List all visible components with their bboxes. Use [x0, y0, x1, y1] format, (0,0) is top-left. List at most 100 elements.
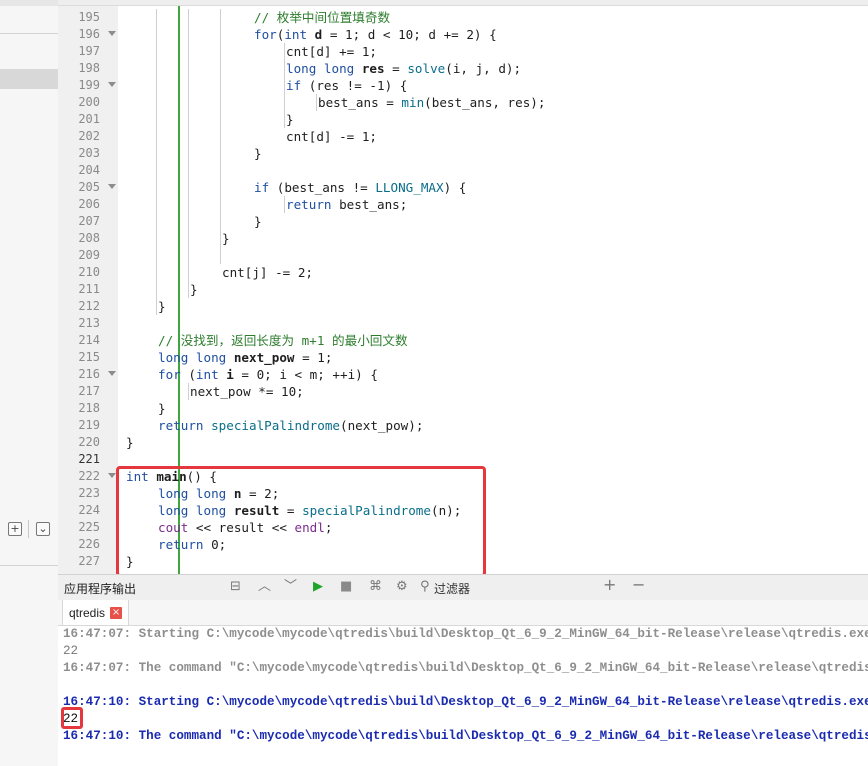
- code-token: min: [401, 95, 425, 110]
- sidebar-top-strip: [0, 0, 58, 6]
- filter-icon[interactable]: ⚲: [420, 580, 430, 594]
- highlight-box-output: [61, 707, 83, 729]
- code-text: // 没找到，返回长度为 m+1 的最小回文数: [158, 332, 408, 349]
- code-line: 209: [58, 247, 868, 264]
- line-number: 209: [78, 248, 100, 262]
- sidebar-selected-item[interactable]: [0, 69, 58, 89]
- line-number: 224: [78, 503, 100, 517]
- highlight-box-main: [116, 466, 486, 577]
- code-token: }: [158, 401, 166, 416]
- fold-arrow-icon[interactable]: [108, 184, 116, 189]
- code-token: return: [158, 418, 204, 433]
- attach-icon[interactable]: ⌘: [369, 580, 382, 594]
- line-number: 206: [78, 197, 100, 211]
- code-token: // 没找到，返回长度为 m+1 的最小回文数: [158, 333, 408, 348]
- output-line: 16:47:07: Starting C:\mycode\mycode\qtre…: [63, 627, 868, 641]
- close-icon[interactable]: ×: [110, 606, 123, 619]
- line-number: 203: [78, 146, 100, 160]
- line-number: 202: [78, 129, 100, 143]
- line-number: 212: [78, 299, 100, 313]
- code-text: }: [286, 111, 294, 128]
- code-line: 216 for (int i = 0; i < m; ++i) {: [58, 366, 868, 383]
- line-number: 222: [78, 469, 100, 483]
- stop-icon[interactable]: ■: [340, 580, 352, 594]
- code-token: ) {: [443, 180, 467, 195]
- indent-guide: [316, 94, 317, 111]
- code-token: if: [254, 180, 270, 195]
- code-line: 219 return specialPalindrome(next_pow);: [58, 417, 868, 434]
- split-add-icon[interactable]: +: [8, 522, 22, 536]
- output-line: 16:47:10: Starting C:\mycode\mycode\qtre…: [63, 695, 868, 709]
- code-text: long long res = solve(i, j, d);: [286, 60, 521, 77]
- code-line: 198 long long res = solve(i, j, d);: [58, 60, 868, 77]
- line-number: 205: [78, 180, 100, 194]
- sidebar-toolbar-separator: [28, 520, 29, 538]
- code-token: for: [254, 27, 277, 42]
- line-number: 226: [78, 537, 100, 551]
- line-number: 215: [78, 350, 100, 364]
- indent-guide: [188, 383, 189, 400]
- split-close-icon[interactable]: ⌄: [36, 522, 50, 536]
- plus-icon[interactable]: +: [603, 577, 616, 593]
- code-text: cnt[d] += 1;: [286, 43, 377, 60]
- line-number: 211: [78, 282, 100, 296]
- code-token: next_pow *= 10;: [190, 384, 304, 399]
- code-token: = 1;: [294, 350, 333, 365]
- code-line: 208}: [58, 230, 868, 247]
- settings-icon[interactable]: ⚙: [396, 580, 408, 594]
- code-text: }: [254, 213, 262, 230]
- code-token: if: [286, 78, 302, 93]
- code-token: = 1; d < 10; d += 2) {: [322, 27, 497, 42]
- line-number: 227: [78, 554, 100, 568]
- output-line: 16:47:07: The command "C:\mycode\mycode\…: [63, 661, 868, 675]
- line-number: 207: [78, 214, 100, 228]
- line-number: 214: [78, 333, 100, 347]
- code-token: cnt[j] -= 2;: [222, 265, 313, 280]
- code-text: }: [254, 145, 262, 162]
- application-output[interactable]: 16:47:07: Starting C:\mycode\mycode\qtre…: [58, 626, 868, 766]
- code-line: 220}: [58, 434, 868, 451]
- code-token: return: [286, 197, 332, 212]
- code-line: 213: [58, 315, 868, 332]
- tab-qtredis[interactable]: qtredis ×: [62, 600, 130, 625]
- code-token: }: [126, 435, 134, 450]
- line-number: 216: [78, 367, 100, 381]
- code-line: 206 return best_ans;: [58, 196, 868, 213]
- filter-label[interactable]: 过滤器: [434, 580, 470, 597]
- fold-arrow-icon[interactable]: [108, 473, 116, 478]
- code-text: best_ans = min(best_ans, res);: [318, 94, 545, 111]
- code-token: = 0; i < m; ++i) {: [233, 367, 378, 382]
- down-arrow-icon[interactable]: ﹀: [284, 580, 297, 594]
- code-token: cnt[d] += 1;: [286, 44, 377, 59]
- code-line: 199 if (res != -1) {: [58, 77, 868, 94]
- run-icon[interactable]: ▶: [313, 580, 323, 594]
- code-token: (best_ans, res);: [424, 95, 546, 110]
- code-token: next_pow: [226, 350, 295, 365]
- code-line: 215 long long next_pow = 1;: [58, 349, 868, 366]
- line-number: 196: [78, 27, 100, 41]
- line-number: 220: [78, 435, 100, 449]
- code-text: cnt[d] -= 1;: [286, 128, 377, 145]
- code-token: (: [180, 367, 196, 382]
- clear-icon[interactable]: ⊟: [230, 580, 241, 594]
- line-number: 208: [78, 231, 100, 245]
- code-token: long long: [286, 61, 355, 76]
- code-token: int: [195, 367, 219, 382]
- editor-top-strip: [58, 0, 868, 6]
- fold-arrow-icon[interactable]: [108, 371, 116, 376]
- line-number: 218: [78, 401, 100, 415]
- code-token: i: [218, 367, 234, 382]
- code-text: return best_ans;: [286, 196, 407, 213]
- code-text: next_pow *= 10;: [190, 383, 304, 400]
- indent-guide: [156, 9, 157, 315]
- minus-icon[interactable]: −: [632, 577, 645, 593]
- code-line: 202 cnt[d] -= 1;: [58, 128, 868, 145]
- fold-arrow-icon[interactable]: [108, 82, 116, 87]
- left-sidebar: + ⌄: [0, 0, 59, 766]
- code-line: 203}: [58, 145, 868, 162]
- sidebar-divider: [0, 33, 58, 34]
- fold-arrow-icon[interactable]: [108, 31, 116, 36]
- code-text: }: [158, 400, 166, 417]
- code-token: cnt[d] -= 1;: [286, 129, 377, 144]
- up-arrow-icon[interactable]: ︿: [258, 580, 271, 594]
